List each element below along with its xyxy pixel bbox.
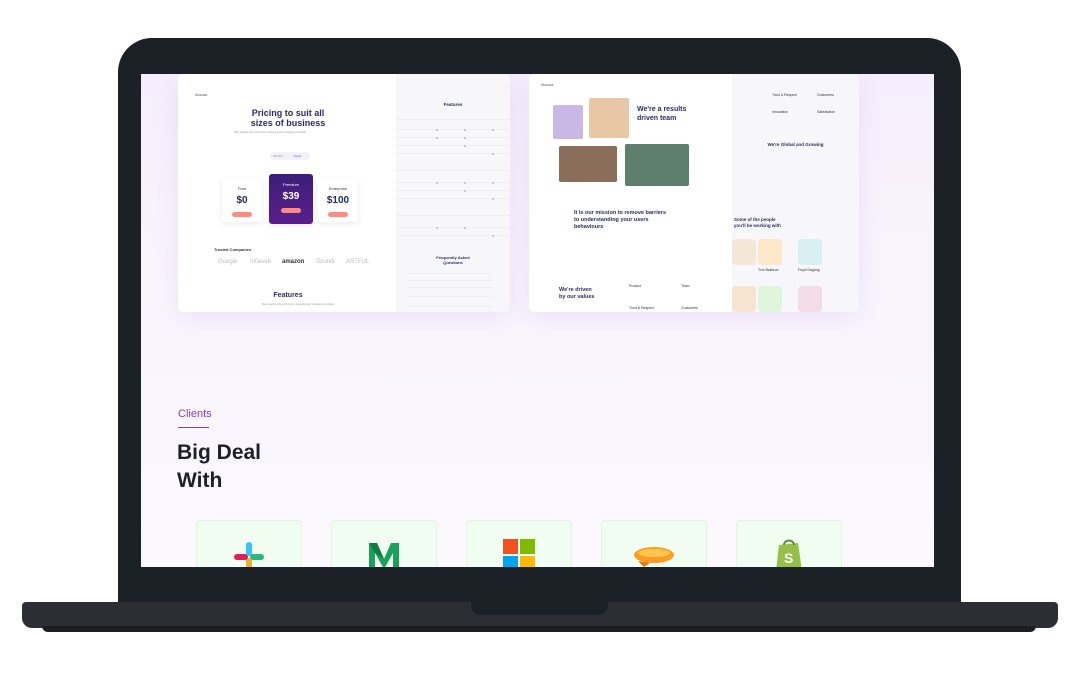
people-heading-line1: Some of the people — [734, 217, 776, 222]
pricing-title-line1: Pricing to suit all — [251, 108, 325, 118]
brand-name: Mocosa — [195, 93, 208, 97]
pricing-subtitle: Stop wasting time and money designing an… — [234, 131, 306, 134]
billing-toggle[interactable]: Monthly Yearly — [270, 152, 310, 160]
value-item: Trust & Respect — [629, 306, 654, 310]
plan-name: Premium — [282, 182, 299, 187]
person-avatar — [798, 239, 822, 265]
clients-underline — [178, 427, 209, 428]
pricing-page-left: Mocosa Pricing to suit all sizes of busi… — [178, 74, 396, 312]
faq-heading: Frequently Asked Questions — [416, 255, 490, 265]
team-photo — [589, 98, 629, 138]
clients-heading: Big Deal With — [177, 439, 261, 495]
faq-heading-line2: Questions — [443, 260, 463, 265]
global-heading: We're Global and Growing — [767, 142, 824, 147]
value-item: Team — [681, 284, 690, 288]
laptop-notch — [471, 602, 608, 615]
clients-label: Clients — [178, 408, 212, 420]
values-heading: We're driven by our values — [559, 287, 619, 301]
client-card-microsoft[interactable] — [466, 520, 572, 567]
slack-icon — [234, 542, 264, 567]
toggle-monthly[interactable]: Monthly — [273, 154, 284, 158]
team-page-left: Mocosa We're a results driven team It is… — [529, 74, 732, 312]
trusted-logo: amazon — [282, 259, 305, 265]
plan-name: Free — [237, 186, 247, 191]
value-item: Satisfaction — [817, 110, 836, 114]
value-item: Trust & Respect — [772, 93, 797, 97]
plan-button[interactable] — [232, 212, 252, 217]
team-title-line1: We're a results — [637, 106, 687, 113]
values-line2: by our values — [559, 294, 595, 300]
trusted-companies-heading: Trusted Companies — [214, 247, 252, 252]
trusted-logo: Soundi — [316, 259, 335, 265]
pricing-title: Pricing to suit all sizes of business — [218, 108, 358, 128]
person-avatar — [732, 286, 756, 312]
plan-button[interactable] — [281, 208, 301, 213]
team-page-preview[interactable]: Mocosa We're a results driven team It is… — [529, 74, 859, 312]
microsoft-icon — [503, 539, 535, 567]
plan-name: Enterprise — [328, 186, 348, 191]
team-title-line2: driven team — [637, 115, 677, 122]
pricing-page-right: Features Frequently Asked Questions — [396, 74, 510, 312]
team-photo — [559, 146, 617, 182]
people-heading-line2: you'll be working with — [734, 223, 781, 228]
medium-icon — [369, 543, 399, 567]
team-photo — [553, 105, 583, 139]
plan-card-enterprise[interactable]: Enterprise $100 — [318, 178, 358, 222]
plan-button[interactable] — [328, 212, 348, 217]
value-item: Customers — [681, 306, 698, 310]
features-heading: Features — [273, 292, 303, 299]
person-name: Tom Bakbrun — [758, 268, 779, 272]
plan-price: $0 — [236, 195, 248, 206]
laptop-screen[interactable]: Mocosa Pricing to suit all sizes of busi… — [141, 74, 934, 567]
mission-line1: It is our mission to remove barriers — [574, 210, 667, 216]
plan-price: $39 — [282, 191, 300, 202]
mission-line2: to understanding your users — [574, 217, 649, 223]
toggle-yearly[interactable]: Yearly — [293, 154, 301, 158]
pricing-title-line2: sizes of business — [250, 118, 326, 128]
mission-line3: behaviours — [574, 224, 604, 230]
trusted-logo: Google — [218, 259, 238, 265]
trusted-logo: ARTFUL — [346, 259, 370, 265]
clients-heading-line2: With — [177, 469, 223, 492]
plan-card-premium[interactable]: Premium $39 — [269, 174, 313, 224]
clients-heading-line1: Big Deal — [177, 441, 262, 464]
team-page-right: Trust & Respect Customers Innovation Sat… — [732, 74, 859, 312]
client-card-shopify[interactable]: S — [736, 520, 842, 567]
zeppelin-icon — [634, 547, 674, 567]
pricing-page-preview[interactable]: Mocosa Pricing to suit all sizes of busi… — [178, 74, 510, 312]
person-avatar — [758, 286, 782, 312]
people-heading: Some of the people you'll be working wit… — [734, 217, 814, 229]
client-card-slack[interactable] — [196, 520, 302, 567]
features-table-heading: Features — [443, 102, 463, 107]
value-item: Customers — [817, 93, 834, 97]
brand-name: Mocosa — [541, 83, 554, 87]
values-line1: We're driven — [559, 287, 592, 293]
svg-text:S: S — [784, 550, 793, 566]
plan-price: $100 — [326, 195, 350, 206]
laptop-base-shadow — [42, 626, 1036, 632]
person-avatar — [798, 286, 822, 312]
trusted-logo: Infaweb — [250, 259, 272, 265]
shopify-icon: S — [776, 539, 802, 567]
person-avatar — [758, 239, 782, 265]
team-title: We're a results driven team — [637, 105, 707, 123]
client-card-zeppelin[interactable] — [601, 520, 707, 567]
client-card-medium[interactable] — [331, 520, 437, 567]
mission-statement: It is our mission to remove barriers to … — [574, 210, 694, 231]
team-photo — [625, 144, 689, 186]
features-subtitle: Stop wasting time and money designing an… — [262, 303, 334, 306]
value-item: Product — [629, 284, 642, 288]
person-name: Floyd Dagtoig — [798, 268, 820, 272]
person-avatar — [732, 239, 756, 265]
plan-card-free[interactable]: Free $0 — [222, 178, 262, 222]
value-item: Innovation — [772, 110, 789, 114]
